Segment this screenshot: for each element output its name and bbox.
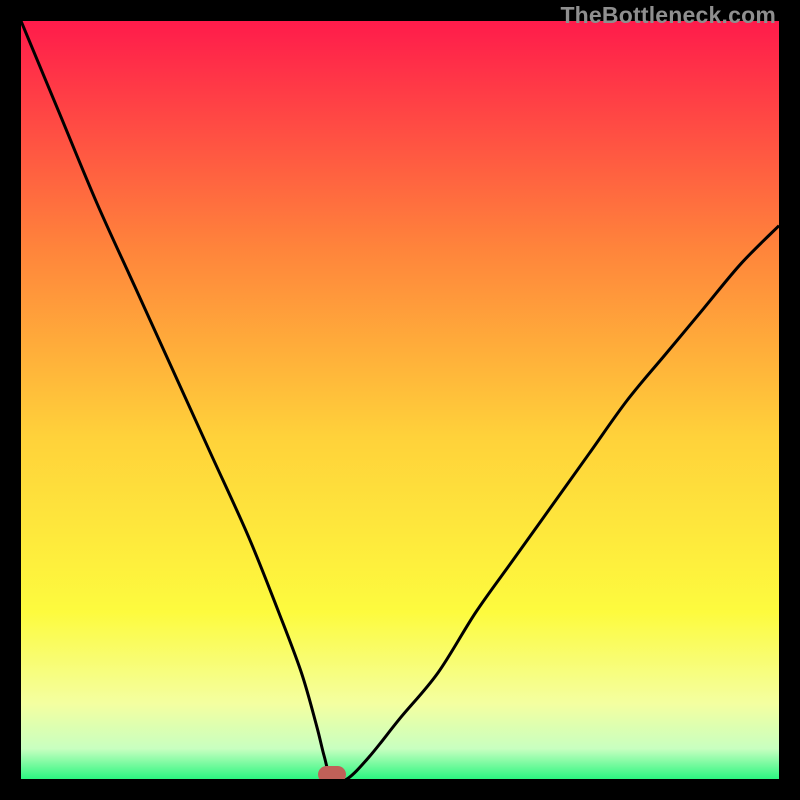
watermark-text: TheBottleneck.com: [560, 2, 776, 29]
bottleneck-curve: [21, 21, 779, 779]
chart-frame: TheBottleneck.com: [0, 0, 800, 800]
optimal-marker: [318, 766, 346, 779]
plot-area: [21, 21, 779, 779]
